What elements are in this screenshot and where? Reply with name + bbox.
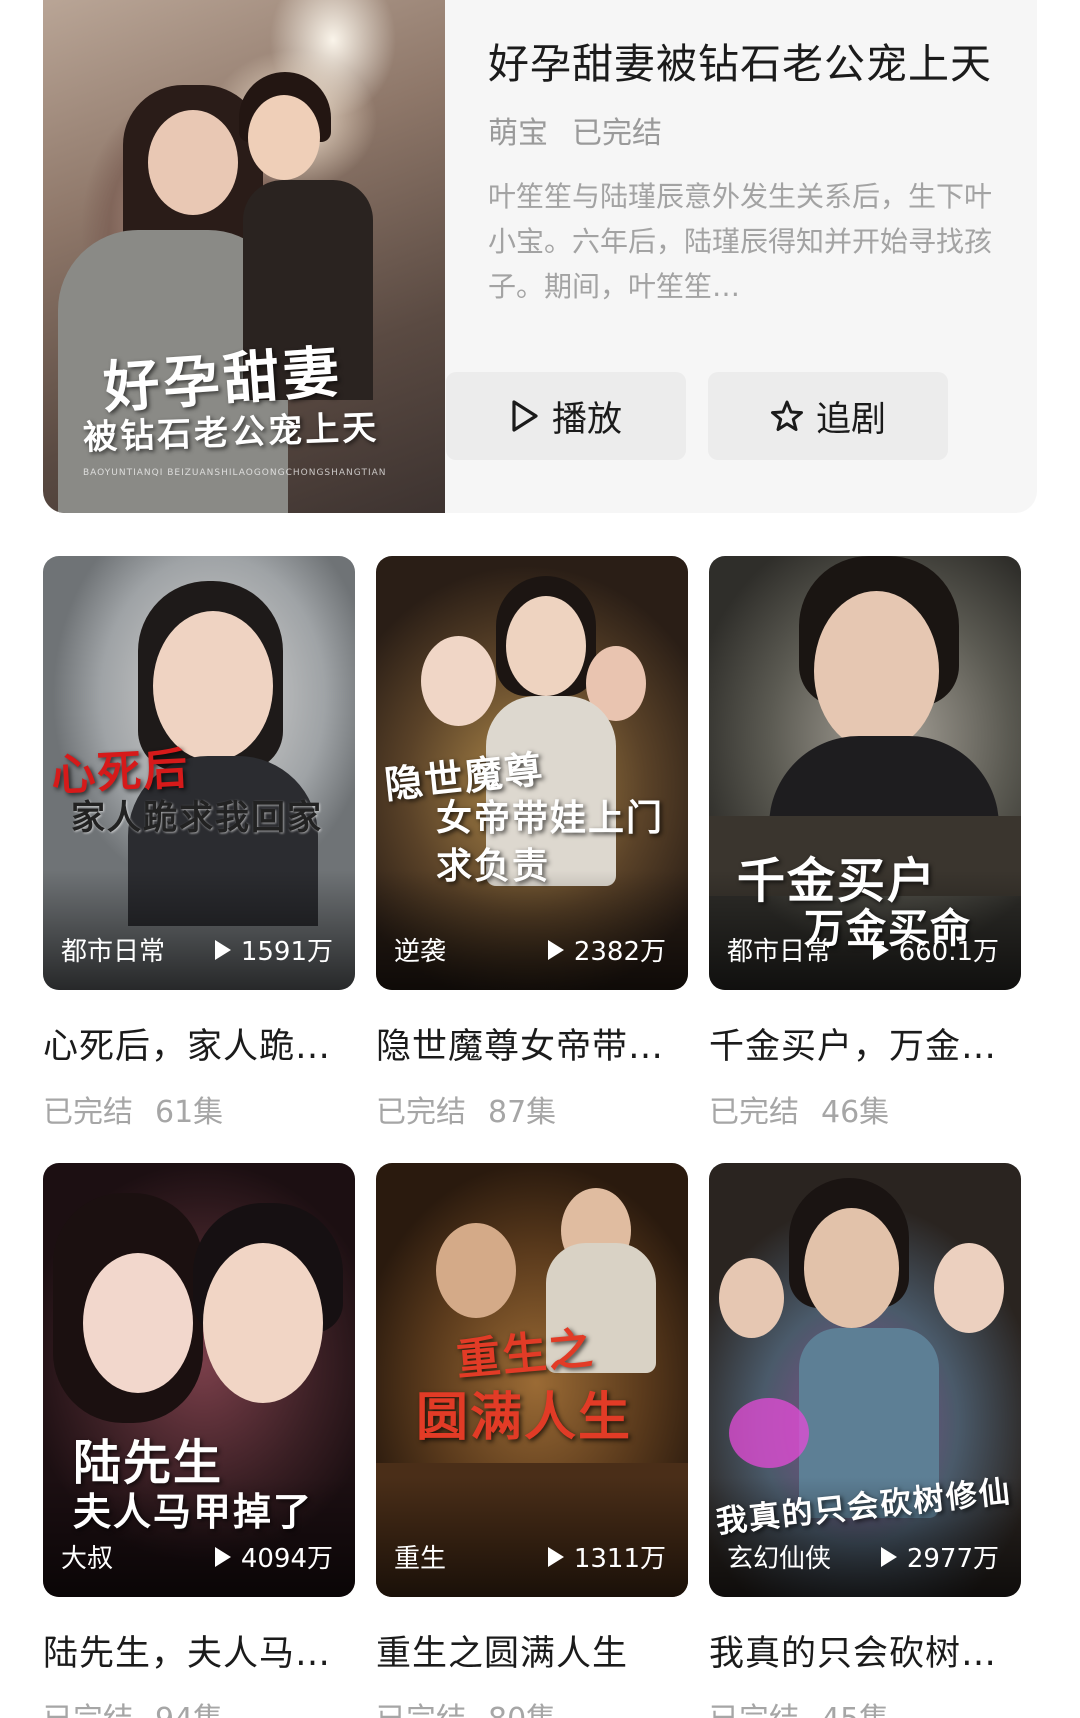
drama-card[interactable]: 重生之 圆满人生 重生 1311万 重生之圆满人生 已完结80集 [376, 1163, 688, 1718]
poster-art-subtitle: 圆满人生 [416, 1387, 633, 1448]
follow-button[interactable]: 追剧 [708, 372, 948, 460]
genre-tag: 玄幻仙侠 [727, 1544, 832, 1574]
poster-pinyin: BAOYUNTIANQI BEIZUANSHILAOGONGCHONGSHANG… [83, 468, 387, 478]
drama-poster[interactable]: 陆先生 夫人马甲掉了 大叔 4094万 [43, 1163, 355, 1597]
play-count-icon [547, 1546, 564, 1567]
drama-poster[interactable]: 隐世魔尊 女帝带娃上门求负责 逆袭 2382万 [376, 556, 688, 990]
genre-tag: 都市日常 [61, 937, 166, 967]
featured-poster[interactable]: 好孕甜妻 被钻石老公宠上天 BAOYUNTIANQI BEIZUANSHILAO… [43, 0, 445, 513]
play-count: 4094万 [213, 1538, 333, 1575]
drama-card[interactable]: 隐世魔尊 女帝带娃上门求负责 逆袭 2382万 隐世魔尊女帝带… 已完结 87集 [376, 556, 688, 1131]
featured-category: 萌宝 [488, 116, 548, 151]
featured-status: 已完结 [572, 116, 662, 151]
star-icon [770, 400, 803, 431]
drama-card[interactable]: 我真的只会砍树修仙 玄幻仙侠 2977万 我真的只会砍树… 已完结45集 [709, 1163, 1021, 1718]
play-count: 660.1万 [871, 931, 999, 968]
drama-title[interactable]: 我真的只会砍树… [709, 1625, 1021, 1676]
genre-tag: 都市日常 [727, 937, 832, 967]
poster-art-subtitle: 夫人马甲掉了 [73, 1489, 314, 1534]
drama-title[interactable]: 心死后，家人跪… [43, 1018, 355, 1069]
drama-poster[interactable]: 千金买户 万金买命 都市日常 660.1万 [709, 556, 1021, 990]
play-button-label: 播放 [551, 399, 622, 440]
play-count-icon [214, 939, 231, 960]
play-count-icon [872, 939, 889, 960]
drama-poster[interactable]: 我真的只会砍树修仙 玄幻仙侠 2977万 [709, 1163, 1021, 1597]
poster-art-subtitle: 女帝带娃上门求负责 [436, 797, 665, 887]
play-count: 1591万 [213, 931, 333, 968]
genre-tag: 逆袭 [394, 937, 447, 967]
drama-title[interactable]: 隐世魔尊女帝带… [376, 1018, 688, 1069]
play-count: 2977万 [879, 1538, 999, 1575]
play-count: 1311万 [546, 1538, 666, 1575]
featured-meta: 萌宝 已完结 [488, 108, 1008, 152]
drama-title[interactable]: 重生之圆满人生 [376, 1625, 688, 1676]
drama-title[interactable]: 陆先生，夫人马… [43, 1625, 355, 1676]
featured-title[interactable]: 好孕甜妻被钻石老公宠上天 [488, 35, 1008, 94]
play-icon [512, 400, 538, 432]
drama-title[interactable]: 千金买户，万金… [709, 1018, 1021, 1069]
play-count-icon [880, 1546, 897, 1567]
poster-subtitle-art: 被钻石老公宠上天 [82, 407, 380, 459]
drama-card[interactable]: 陆先生 夫人马甲掉了 大叔 4094万 陆先生，夫人马… 已完结94集 [43, 1163, 355, 1718]
drama-meta: 已完结 46集 [709, 1095, 890, 1130]
genre-tag: 大叔 [61, 1544, 114, 1574]
drama-card[interactable]: 千金买户 万金买命 都市日常 660.1万 千金买户，万金… 已完结 46集 [709, 556, 1021, 1131]
poster-art-subtitle: 家人跪求我回家 [71, 798, 323, 838]
genre-tag: 重生 [394, 1544, 447, 1574]
drama-meta: 已完结45集 [709, 1694, 1021, 1718]
play-button[interactable]: 播放 [446, 372, 686, 460]
play-count-icon [547, 939, 564, 960]
drama-meta: 已完结 61集 [43, 1095, 224, 1130]
drama-meta: 已完结80集 [376, 1694, 688, 1718]
featured-description: 叶笙笙与陆瑾辰意外发生关系后，生下叶小宝。六年后，陆瑾辰得知并开始寻找孩子。期间… [488, 180, 993, 303]
drama-meta: 已完结 87集 [376, 1095, 557, 1130]
drama-meta: 已完结94集 [43, 1694, 355, 1718]
play-count: 2382万 [546, 931, 666, 968]
drama-poster[interactable]: 心死后 家人跪求我回家 都市日常 1591万 [43, 556, 355, 990]
follow-button-label: 追剧 [815, 399, 886, 440]
drama-poster[interactable]: 重生之 圆满人生 重生 1311万 [376, 1163, 688, 1597]
drama-card[interactable]: 心死后 家人跪求我回家 都市日常 1591万 心死后，家人跪… 已完结 61集 [43, 556, 355, 1131]
play-count-icon [214, 1546, 231, 1567]
